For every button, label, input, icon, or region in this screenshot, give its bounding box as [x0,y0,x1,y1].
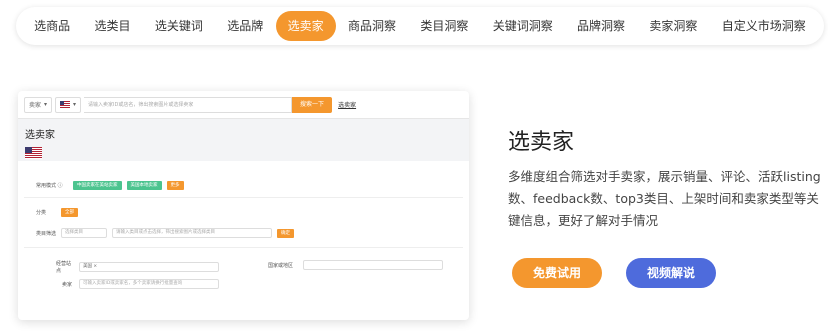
us-flag-icon [60,101,71,108]
divider [24,197,463,198]
category-label: 分类 [36,210,47,216]
mode-chip-more: 更多 [166,181,184,190]
chevron-down-icon: ▾ [73,101,77,108]
marketplace-select: ▾ [55,96,82,113]
preview-country-row: 国家或地区 [268,260,443,270]
tab-keyword-insights[interactable]: 关键词洞察 [481,11,565,41]
video-explanation-button[interactable]: 视频解说 [626,258,716,288]
preview-site-row: 经营站点 美国 × [56,260,219,274]
tab-select-categories[interactable]: 选类目 [83,11,143,41]
preview-title-area: 选卖家 [18,119,469,161]
country-label: 国家或地区 [268,262,294,269]
mode-label: 常用模式 ⓘ [36,183,63,189]
tab-brand-insights[interactable]: 品牌洞察 [565,11,637,41]
filter-category-select: 选择类目 [61,228,107,238]
seller-input: 可输入卖家ID或卖家名，多个卖家请换行批量查询 [79,279,219,289]
tab-select-keywords[interactable]: 选关键词 [143,11,215,41]
tab-select-sellers[interactable]: 选卖家 [275,11,336,41]
feature-nav: 选商品 选类目 选关键词 选品牌 选卖家 商品洞察 类目洞察 关键词洞察 品牌洞… [16,7,824,45]
preview-search-button: 搜索一下 [292,96,333,113]
search-type-value: 卖家 [29,102,42,109]
preview-search-input: 请输入卖家ID或店名，筛出搜索图片或选择卖家 [84,96,293,113]
us-flag-icon [25,147,42,159]
feature-description: 多维度组合筛选对手卖家，展示销量、评论、活跃listing数、feedback数… [508,169,821,228]
tab-select-brands[interactable]: 选品牌 [215,11,275,41]
filter-category-input: 请输入类目或点击选择，筛出搜索图片或选择类目 [112,228,272,238]
tab-seller-insights[interactable]: 卖家洞察 [637,11,709,41]
filter-confirm-button: 确定 [277,228,294,238]
preview-mode-row: 常用模式 ⓘ 中国卖家在美站卖家 美国本地卖家 更多 [36,181,184,190]
site-value: 美国 × [83,264,98,269]
product-preview-screenshot: 卖家 ▾ ▾ 请输入卖家ID或店名，筛出搜索图片或选择卖家 搜索一下 选卖家 选卖… [18,91,469,320]
filter-label: 类目筛选 [36,230,57,237]
preview-title: 选卖家 [25,130,55,141]
preview-seller-row: 卖家 可输入卖家ID或卖家名，多个卖家请换行批量查询 [62,279,219,289]
country-select [303,260,443,270]
tab-select-products[interactable]: 选商品 [22,11,82,41]
preview-search-bar: 卖家 ▾ ▾ 请输入卖家ID或店名，筛出搜索图片或选择卖家 搜索一下 选卖家 [18,91,469,119]
tab-category-insights[interactable]: 类目洞察 [408,11,480,41]
preview-filter-row: 类目筛选 选择类目 请输入类目或点击选择，筛出搜索图片或选择类目 确定 [36,228,294,238]
preview-category-row: 分类 全部 [36,208,78,217]
mode-chip-cn-sellers: 中国卖家在美站卖家 [73,181,122,190]
site-select: 美国 × [79,262,219,272]
search-type-select: 卖家 ▾ [24,96,53,113]
divider [24,247,463,248]
tab-product-insights[interactable]: 商品洞察 [336,11,408,41]
seller-label: 卖家 [62,281,73,288]
mode-chip-us-sellers: 美国本地卖家 [126,181,162,190]
feature-heading: 选卖家 [508,130,575,155]
free-trial-button[interactable]: 免费试用 [512,258,602,288]
tab-custom-market-insights[interactable]: 自定义市场洞察 [710,11,818,41]
category-chip-all: 全部 [61,208,78,217]
preview-select-seller-link: 选卖家 [338,102,357,109]
site-label: 经营站点 [56,261,72,274]
chevron-down-icon: ▾ [44,101,48,108]
